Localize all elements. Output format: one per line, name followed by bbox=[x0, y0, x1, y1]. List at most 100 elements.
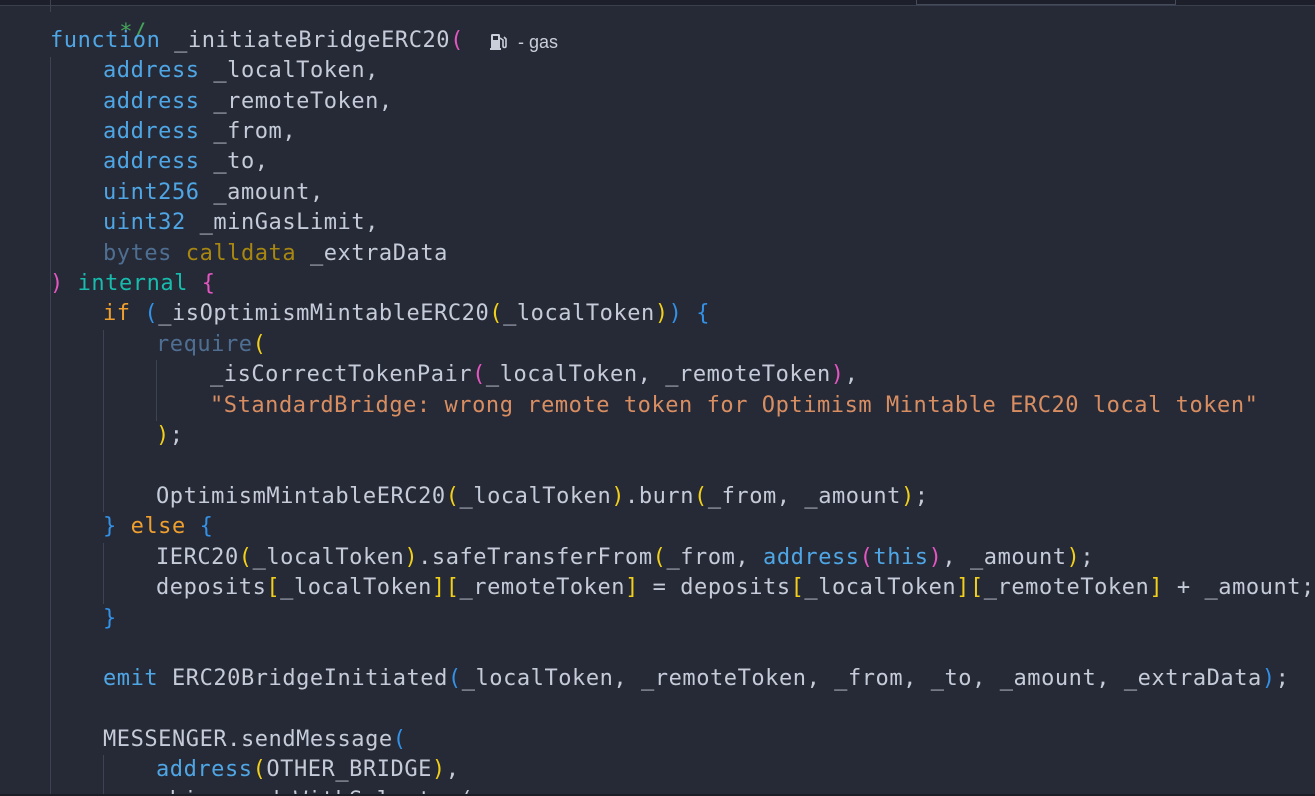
indent-guide bbox=[50, 57, 51, 794]
code-line: address _to, bbox=[103, 147, 269, 177]
param-name: _to, bbox=[213, 149, 269, 174]
bracket: [ bbox=[969, 575, 984, 600]
bracket: ( bbox=[144, 301, 159, 326]
bracket: ( bbox=[392, 727, 407, 752]
bracket: ) bbox=[50, 271, 64, 296]
bracket: ( bbox=[447, 666, 462, 691]
code-line: OptimismMintableERC20(_localToken).burn(… bbox=[156, 482, 929, 512]
call-args: _from, _amount bbox=[707, 484, 901, 509]
bracket: ( bbox=[445, 484, 460, 509]
code-line: IERC20(_localToken).safeTransferFrom(_fr… bbox=[156, 543, 1094, 573]
code-line: bytes calldata _extraData bbox=[103, 239, 448, 269]
punctuation: ; bbox=[1080, 545, 1095, 570]
call-arg: _localToken bbox=[459, 484, 612, 509]
call-name: _isCorrectTokenPair bbox=[210, 362, 473, 387]
call-arg: OTHER_BRIDGE bbox=[266, 757, 432, 782]
param-name: _amount, bbox=[213, 180, 324, 205]
punctuation: ; bbox=[169, 423, 184, 448]
bracket: ) bbox=[654, 301, 669, 326]
bracket: ] bbox=[625, 575, 639, 600]
bracket: ) bbox=[156, 423, 170, 448]
bracket: { bbox=[201, 271, 216, 296]
bracket: ) bbox=[668, 301, 683, 326]
call-name: _isOptimismMintableERC20 bbox=[158, 301, 490, 326]
bracket: { bbox=[199, 514, 214, 539]
code-line: address _from, bbox=[103, 117, 296, 147]
method-name: .safeTransferFrom bbox=[418, 545, 653, 570]
index-key: _remoteToken bbox=[459, 575, 626, 600]
bracket: ) bbox=[431, 757, 446, 782]
code-line: function _initiateBridgeERC20( bbox=[50, 26, 464, 56]
call-arg: _localToken bbox=[252, 545, 405, 570]
bracket: ) bbox=[900, 484, 915, 509]
code-line: address _localToken, bbox=[103, 56, 379, 86]
bracket: ( bbox=[450, 28, 464, 53]
control-keyword: if bbox=[103, 301, 131, 326]
type-keyword: bytes bbox=[103, 241, 172, 266]
fuel-pump-icon bbox=[490, 34, 507, 50]
bracket: ) bbox=[404, 545, 419, 570]
bracket: ) bbox=[611, 484, 626, 509]
contract-name: IERC20 bbox=[156, 545, 239, 570]
code-line: ) internal { bbox=[50, 269, 216, 299]
object-name: MESSENGER bbox=[103, 727, 228, 752]
type-keyword: address bbox=[156, 757, 253, 782]
bracket: ( bbox=[694, 484, 708, 509]
indent-guide bbox=[156, 360, 157, 421]
call-args: , _amount bbox=[942, 545, 1067, 570]
string-literal: "StandardBridge: wrong remote token for … bbox=[210, 393, 1259, 418]
call-args: _from, bbox=[666, 545, 764, 570]
param-name: _localToken, bbox=[213, 58, 379, 83]
code-line: "StandardBridge: wrong remote token for … bbox=[210, 391, 1258, 421]
punctuation: , bbox=[445, 757, 460, 782]
bracket: [ bbox=[266, 575, 281, 600]
code-line: address(OTHER_BRIDGE), bbox=[156, 755, 460, 785]
call-args: _localToken, _remoteToken bbox=[485, 362, 831, 387]
code-line: uint256 _amount, bbox=[103, 178, 324, 208]
bracket: ] bbox=[431, 575, 446, 600]
punctuation: , bbox=[844, 362, 859, 387]
punctuation: ; bbox=[914, 484, 929, 509]
code-line: } else { bbox=[103, 512, 213, 542]
code-line: _isCorrectTokenPair(_localToken, _remote… bbox=[210, 360, 858, 390]
variable-name: deposits bbox=[156, 575, 267, 600]
bracket: ( bbox=[652, 545, 667, 570]
bracket: } bbox=[103, 514, 117, 539]
param-name: _remoteToken, bbox=[213, 89, 393, 114]
bracket: ( bbox=[859, 545, 874, 570]
keyword: function bbox=[50, 28, 161, 53]
find-widget-edge bbox=[916, 0, 1176, 5]
bracket: ] bbox=[956, 575, 970, 600]
function-name: _initiateBridgeERC20 bbox=[174, 28, 451, 53]
bracket: ) bbox=[928, 545, 943, 570]
require-keyword: require bbox=[156, 332, 253, 357]
operator: = bbox=[638, 575, 681, 600]
contract-name: OptimismMintableERC20 bbox=[156, 484, 446, 509]
bracket: [ bbox=[790, 575, 805, 600]
indent-guide bbox=[103, 543, 104, 604]
operator: + _amount; bbox=[1163, 575, 1315, 600]
type-keyword: address bbox=[103, 149, 200, 174]
bracket: } bbox=[103, 606, 117, 631]
gas-estimate-hint[interactable]: - gas bbox=[488, 28, 558, 56]
code-line: MESSENGER.sendMessage( bbox=[103, 725, 407, 755]
type-keyword: address bbox=[103, 58, 200, 83]
indent-guide bbox=[103, 330, 104, 512]
bracket: ) bbox=[1066, 545, 1081, 570]
code-line: uint32 _minGasLimit, bbox=[103, 208, 379, 238]
code-line: if (_isOptimismMintableERC20(_localToken… bbox=[103, 299, 710, 329]
bracket: ) bbox=[1261, 666, 1276, 691]
code-line: emit ERC20BridgeInitiated(_localToken, _… bbox=[103, 664, 1289, 694]
index-key: _remoteToken bbox=[983, 575, 1150, 600]
punctuation: ; bbox=[1275, 666, 1290, 691]
control-keyword: else bbox=[130, 514, 186, 539]
code-line: } bbox=[103, 604, 117, 634]
bracket: ( bbox=[252, 757, 267, 782]
this-keyword: this bbox=[873, 545, 929, 570]
code-line: ); bbox=[156, 421, 184, 451]
code-line: deposits[_localToken][_remoteToken] = de… bbox=[156, 573, 1315, 603]
editor-top-bar bbox=[0, 0, 1315, 6]
visibility-keyword: internal bbox=[77, 271, 188, 296]
bracket: ( bbox=[472, 362, 486, 387]
bracket: { bbox=[696, 301, 711, 326]
